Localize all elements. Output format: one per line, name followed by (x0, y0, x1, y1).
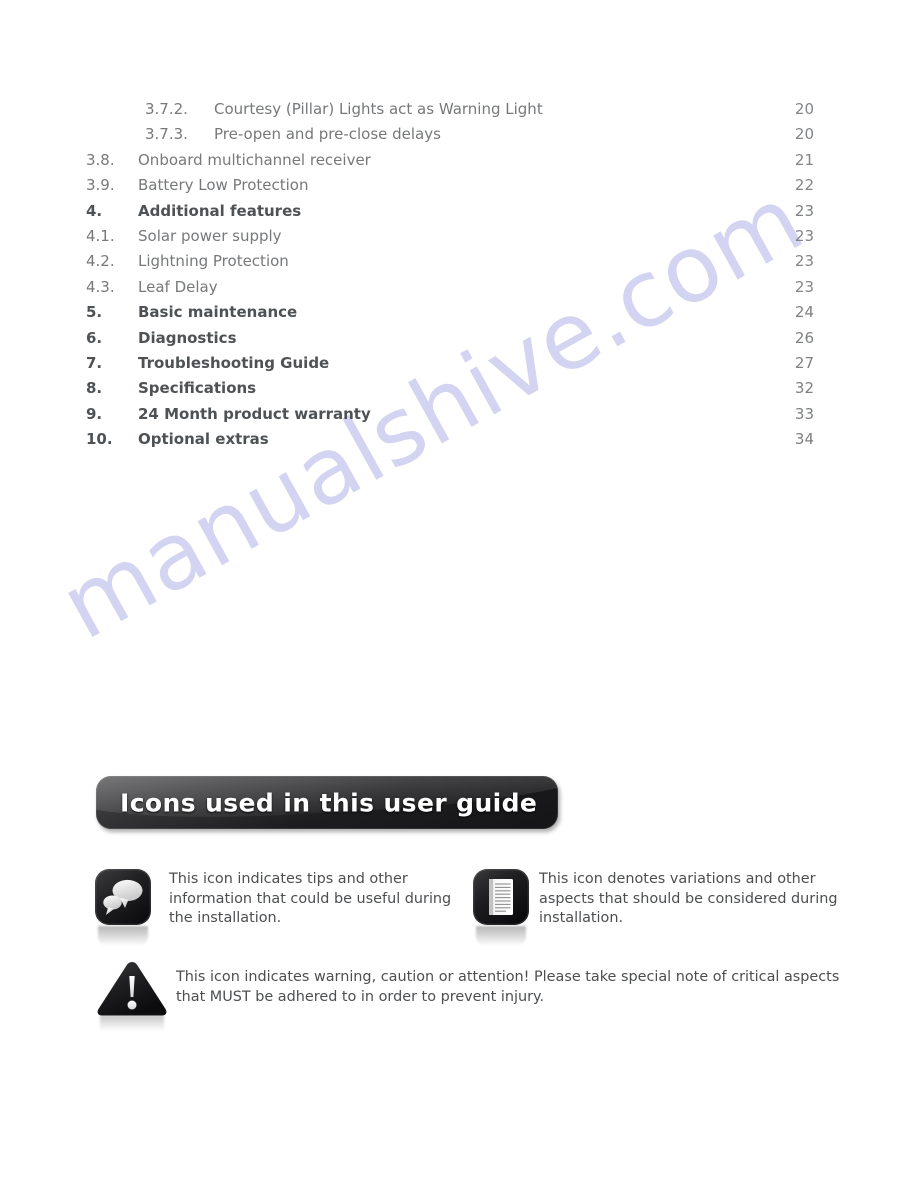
toc-row[interactable]: 8. Specifications 32 (86, 379, 814, 404)
toc-number: 5. (86, 303, 103, 322)
warning-triangle-icon (94, 959, 170, 1031)
toc-label: Lightning Protection (138, 252, 289, 271)
toc-page-number: 32 (794, 379, 814, 398)
speech-bubbles-icon (94, 868, 152, 946)
toc-number: 8. (86, 379, 103, 398)
toc-page-number: 23 (794, 252, 814, 271)
toc-label: Additional features (138, 201, 302, 220)
toc-row[interactable]: 10. Optional extras 34 (86, 430, 814, 455)
toc-page-number: 23 (794, 277, 814, 296)
toc-row[interactable]: 4.3. Leaf Delay 23 (86, 278, 814, 303)
toc-label: Battery Low Protection (138, 176, 309, 195)
toc-number: 6. (86, 328, 103, 347)
toc-row[interactable]: 3.7.2. Courtesy (Pillar) Lights act as W… (86, 100, 814, 125)
toc-number: 4.3. (86, 277, 115, 296)
toc-label: Solar power supply (138, 226, 282, 245)
toc-row[interactable]: 5. Basic maintenance 24 (86, 303, 814, 328)
toc-row[interactable]: 4. Additional features 23 (86, 202, 814, 227)
toc-number: 10. (86, 430, 113, 449)
toc-row[interactable]: 6. Diagnostics 26 (86, 329, 814, 354)
banner-plate: Icons used in this user guide (96, 776, 558, 829)
toc-page-number: 24 (794, 303, 814, 322)
legend-bottom-row: This icon indicates warning, caution or … (94, 959, 854, 1031)
toc-page-number: 26 (794, 328, 814, 347)
document-page: manualshive.com 3.7.2. Courtesy (Pillar)… (0, 0, 918, 1188)
legend-note-text: This icon denotes variations and other a… (539, 871, 838, 927)
toc-label: Basic maintenance (138, 303, 298, 322)
toc-number: 9. (86, 404, 103, 423)
toc-row[interactable]: 3.8. Onboard multichannel receiver 21 (86, 151, 814, 176)
toc-page-number: 22 (794, 176, 814, 195)
toc-row[interactable]: 7. Troubleshooting Guide 27 (86, 354, 814, 379)
toc-label: Onboard multichannel receiver (138, 150, 371, 169)
toc-number: 3.7.3. (145, 125, 188, 144)
banner-title: Icons used in this user guide (120, 788, 538, 817)
legend-top-row: This icon indicates tips and other infor… (94, 866, 854, 946)
toc-row[interactable]: 4.2. Lightning Protection 23 (86, 252, 814, 277)
toc-label: Pre-open and pre-close delays (214, 125, 441, 144)
section-banner: Icons used in this user guide (96, 776, 558, 829)
toc-number: 7. (86, 353, 103, 372)
toc-page-number: 23 (794, 226, 814, 245)
toc-row[interactable]: 9. 24 Month product warranty 33 (86, 405, 814, 430)
toc-row[interactable]: 3.7.3. Pre-open and pre-close delays 20 (86, 125, 814, 150)
toc-number: 3.9. (86, 176, 115, 195)
icon-reflection (100, 1014, 164, 1031)
toc-number: 4. (86, 201, 103, 220)
icon-reflection (98, 926, 148, 946)
toc-row[interactable]: 3.9. Battery Low Protection 22 (86, 176, 814, 201)
toc-label: 24 Month product warranty (138, 404, 371, 423)
toc-label: Courtesy (Pillar) Lights act as Warning … (214, 100, 543, 118)
icon-reflection (476, 926, 526, 946)
document-lines-icon (472, 868, 530, 946)
legend-item-note: This icon denotes variations and other a… (472, 866, 854, 946)
legend-warning-text: This icon indicates warning, caution or … (176, 968, 840, 1006)
toc-row[interactable]: 4.1. Solar power supply 23 (86, 227, 814, 252)
legend-tip-text: This icon indicates tips and other infor… (169, 871, 452, 927)
icon-legend: This icon indicates tips and other infor… (94, 866, 854, 1031)
toc-label: Leaf Delay (138, 277, 218, 296)
toc-number: 3.7.2. (145, 100, 188, 118)
toc-page-number: 34 (794, 430, 814, 449)
toc-number: 4.1. (86, 226, 115, 245)
toc-page-number: 27 (794, 353, 814, 372)
toc-label: Specifications (138, 379, 257, 398)
toc-page-number: 20 (794, 125, 814, 144)
toc-label: Optional extras (138, 430, 269, 449)
toc-label: Diagnostics (138, 328, 237, 347)
table-of-contents: 3.7.2. Courtesy (Pillar) Lights act as W… (86, 100, 814, 455)
toc-label: Troubleshooting Guide (138, 353, 330, 372)
toc-page-number: 21 (794, 150, 814, 169)
toc-page-number: 33 (794, 404, 814, 423)
toc-number: 4.2. (86, 252, 115, 271)
legend-item-tip: This icon indicates tips and other infor… (94, 866, 472, 946)
toc-page-number: 23 (794, 201, 814, 220)
toc-page-number: 20 (794, 100, 814, 118)
toc-number: 3.8. (86, 150, 115, 169)
